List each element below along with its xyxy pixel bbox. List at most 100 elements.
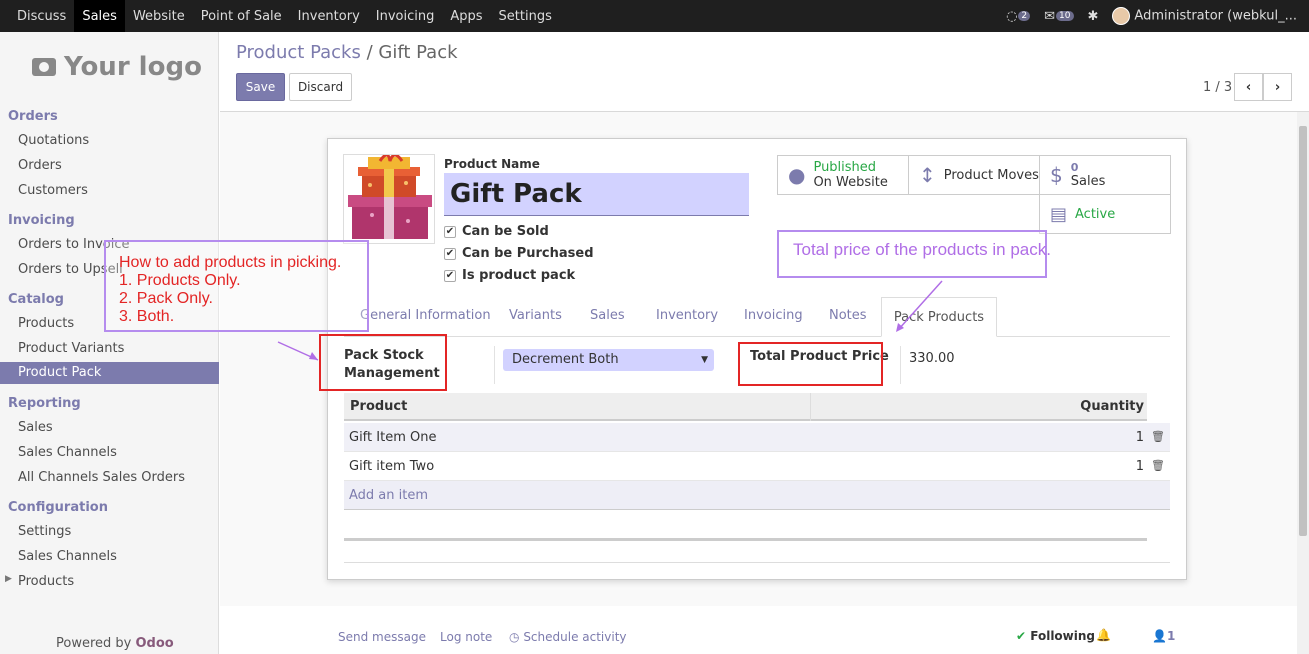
breadcrumb-product-packs[interactable]: Product Packs	[236, 42, 361, 63]
user-icon: 👤	[1152, 629, 1167, 643]
menu-discuss[interactable]: Discuss	[0, 0, 74, 32]
user-menu[interactable]: Administrator (webkul_...	[1112, 7, 1297, 25]
logo-text: Your logo	[64, 52, 202, 82]
caret-down-icon: ▼	[701, 355, 708, 365]
check-icon[interactable]: ✔	[444, 247, 456, 260]
sidebar-item-settings[interactable]: Settings	[18, 524, 71, 539]
sales-button[interactable]: $ 0 Sales	[1039, 155, 1171, 195]
sidebar-section-reporting[interactable]: Reporting	[8, 396, 81, 411]
table-bottom-line	[344, 562, 1170, 563]
sidebar-item-product-variants[interactable]: Product Variants	[18, 341, 124, 356]
annotation-pack-stock-highlight	[319, 334, 447, 391]
pack-stock-management-select[interactable]: Decrement Both ▼	[503, 349, 714, 371]
sales-label: Sales	[1070, 174, 1106, 189]
tab-general-information[interactable]: General Information	[360, 308, 491, 323]
followers-count: 1	[1166, 629, 1176, 643]
powered-by-text: Powered by	[56, 636, 132, 651]
table-row[interactable]: Gift item Two 1 🗑	[344, 452, 1170, 481]
field-separator	[900, 346, 901, 384]
powered-by: Powered by Odoo	[56, 636, 174, 651]
bell-icon[interactable]: 🔔	[1096, 628, 1111, 642]
can-be-purchased-checkbox[interactable]: ✔ Can be Purchased	[444, 246, 594, 261]
product-moves-label: Product Moves	[943, 167, 1039, 183]
send-message-button[interactable]: Send message	[338, 630, 426, 644]
sidebar-item-config-sales-channels[interactable]: Sales Channels	[18, 549, 117, 564]
scrollbar[interactable]	[1297, 112, 1309, 654]
menu-settings[interactable]: Settings	[491, 0, 560, 32]
breadcrumb-current: Gift Pack	[378, 42, 458, 63]
sidebar-section-orders[interactable]: Orders	[8, 109, 58, 124]
add-item-row[interactable]: Add an item	[344, 481, 1170, 510]
sidebar-item-sales[interactable]: Sales	[18, 420, 53, 435]
trash-icon[interactable]: 🗑	[1151, 459, 1165, 472]
menu-apps[interactable]: Apps	[442, 0, 490, 32]
active-toggle-button[interactable]: ▤ Active	[1039, 194, 1171, 234]
top-navbar: Discuss Sales Website Point of Sale Inve…	[0, 0, 1309, 32]
product-name-input[interactable]: Gift Pack	[444, 173, 749, 216]
tab-variants[interactable]: Variants	[509, 308, 562, 323]
sidebar-item-label: Products	[18, 574, 75, 589]
sidebar-item-product-pack[interactable]: Product Pack	[0, 362, 219, 384]
avatar	[1112, 7, 1131, 25]
can-be-purchased-label: Can be Purchased	[462, 246, 594, 261]
sidebar-item-quotations[interactable]: Quotations	[18, 133, 89, 148]
menu-inventory[interactable]: Inventory	[290, 0, 368, 32]
tab-inventory[interactable]: Inventory	[656, 308, 718, 323]
scrollbar-thumb[interactable]	[1299, 126, 1307, 536]
tab-sales[interactable]: Sales	[590, 308, 625, 323]
published-button[interactable]: ● Published On Website	[777, 155, 909, 195]
sidebar-item-sales-channels[interactable]: Sales Channels	[18, 445, 117, 460]
is-product-pack-checkbox[interactable]: ✔ Is product pack	[444, 268, 575, 283]
sidebar-item-customers[interactable]: Customers	[18, 183, 88, 198]
user-name: Administrator (webkul_...	[1134, 8, 1297, 24]
trash-icon[interactable]: 🗑	[1151, 430, 1165, 443]
followers-button[interactable]: 👤1	[1152, 629, 1175, 643]
column-product[interactable]: Product	[350, 399, 407, 414]
archive-icon: ▤	[1050, 203, 1068, 225]
sidebar-item-products[interactable]: Products	[18, 316, 74, 331]
sidebar-section-invoicing[interactable]: Invoicing	[8, 213, 75, 228]
tab-notes[interactable]: Notes	[829, 308, 867, 323]
row-product: Gift item Two	[349, 459, 435, 474]
chevron-left-icon: ‹	[1245, 79, 1252, 95]
check-icon[interactable]: ✔	[444, 269, 456, 282]
tab-invoicing[interactable]: Invoicing	[744, 308, 803, 323]
pager-previous-button[interactable]: ‹	[1234, 73, 1263, 101]
sidebar-item-orders[interactable]: Orders	[18, 158, 62, 173]
table-row[interactable]: Gift Item One 1 🗑	[344, 423, 1170, 452]
odoo-link[interactable]: Odoo	[136, 636, 174, 651]
add-an-item-link[interactable]: Add an item	[349, 488, 428, 503]
sidebar-item-config-products[interactable]: ▶ Products	[5, 574, 75, 589]
menu-invoicing[interactable]: Invoicing	[368, 0, 443, 32]
sidebar: Your logo Orders Quotations Orders Custo…	[0, 32, 219, 654]
product-moves-button[interactable]: ↕ Product Moves	[908, 155, 1040, 195]
schedule-activity-label: Schedule activity	[523, 630, 627, 644]
discard-button[interactable]: Discard	[289, 73, 352, 101]
sidebar-item-all-channels-sales-orders[interactable]: All Channels Sales Orders	[18, 470, 185, 485]
chat-button[interactable]: ◌ 2	[1006, 9, 1031, 24]
annotation-total-price-text: Total price of the products in pack.	[793, 240, 1051, 259]
field-separator	[494, 346, 495, 384]
check-icon[interactable]: ✔	[444, 225, 456, 238]
sidebar-section-catalog[interactable]: Catalog	[8, 292, 64, 307]
pager-next-button[interactable]: ›	[1263, 73, 1292, 101]
log-note-button[interactable]: Log note	[440, 630, 492, 644]
following-button[interactable]: ✔ Following	[1016, 629, 1095, 643]
activity-button[interactable]: ✉ 10	[1044, 9, 1074, 24]
camera-icon	[32, 58, 56, 76]
caret-right-icon: ▶	[5, 574, 12, 584]
menu-website[interactable]: Website	[125, 0, 193, 32]
menu-sales[interactable]: Sales	[74, 0, 125, 32]
arrows-vertical-icon: ↕	[919, 163, 936, 187]
save-button[interactable]: Save	[236, 73, 285, 101]
column-quantity[interactable]: Quantity	[1080, 399, 1144, 414]
can-be-sold-checkbox[interactable]: ✔ Can be Sold	[444, 224, 549, 239]
schedule-activity-button[interactable]: ◷ Schedule activity	[509, 630, 627, 644]
product-image[interactable]	[343, 153, 435, 244]
row-quantity: 1	[1135, 459, 1144, 474]
menu-point-of-sale[interactable]: Point of Sale	[193, 0, 290, 32]
tab-pack-products[interactable]: Pack Products	[881, 297, 997, 337]
sidebar-section-configuration[interactable]: Configuration	[8, 500, 108, 515]
debug-bug-icon[interactable]: ✱	[1088, 9, 1099, 24]
globe-icon: ●	[788, 163, 806, 187]
